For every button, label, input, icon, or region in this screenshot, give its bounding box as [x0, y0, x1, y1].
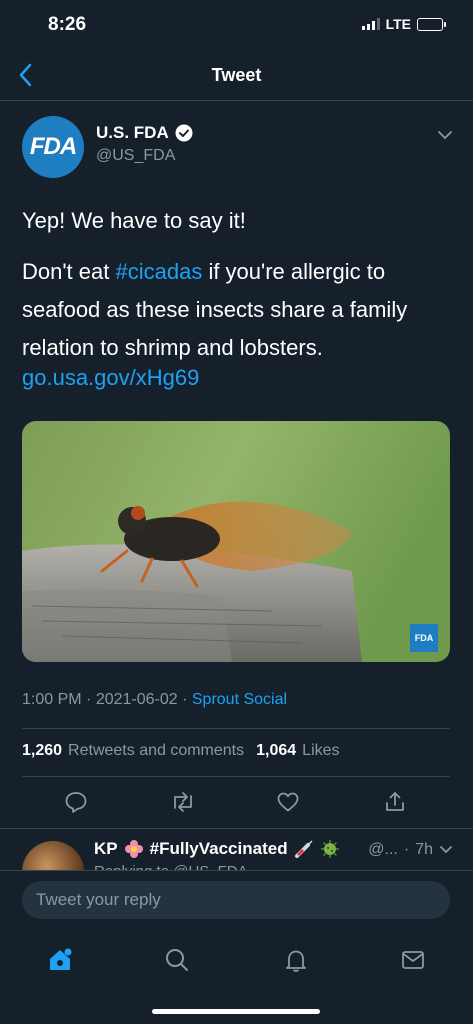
nav-header: Tweet: [0, 50, 473, 101]
author-handle[interactable]: @US_FDA: [96, 147, 175, 165]
tweet-text-line1: Yep! We have to say it!: [22, 208, 246, 233]
reply-author[interactable]: KP #FullyVaccinated: [94, 839, 340, 859]
reply-author-hashtag: #FullyVaccinated: [149, 839, 288, 858]
tweet-text-body: Don't eat #cicadas if you're allergic to…: [22, 253, 452, 367]
action-bar: [22, 786, 450, 818]
divider: [22, 728, 450, 729]
tweet-url-link[interactable]: go.usa.gov/xHg69: [22, 365, 199, 391]
reply-avatar[interactable]: [22, 841, 84, 871]
verified-badge-icon: [175, 124, 193, 142]
more-options-button[interactable]: [437, 128, 453, 146]
divider: [22, 776, 450, 777]
bell-icon: [286, 950, 306, 972]
flower-icon: [124, 840, 143, 858]
author-name[interactable]: U.S. FDA: [96, 123, 193, 143]
reply-icon: [65, 792, 87, 813]
tab-messages[interactable]: [393, 940, 433, 980]
tab-bar: [0, 930, 473, 1024]
home-indicator: [152, 1009, 320, 1014]
tab-search[interactable]: [157, 940, 197, 980]
engagement-stats: 1,260 Retweets and comments 1,064 Likes: [22, 742, 340, 760]
reply-composer: [0, 870, 473, 931]
retweet-button[interactable]: [167, 786, 199, 818]
heart-icon: [277, 792, 299, 812]
battery-icon: [417, 17, 446, 31]
tweet-body-prefix: Don't eat: [22, 259, 116, 284]
tweet-meta: 1:00 PM · 2021-06-02 · Sprout Social: [22, 691, 288, 708]
tweet-date: 2021-06-02: [95, 691, 178, 708]
hashtag-link[interactable]: #cicadas: [115, 259, 202, 284]
author-name-label: U.S. FDA: [96, 123, 169, 142]
reply-handle: @...: [368, 841, 398, 858]
reply-author-name: KP: [94, 839, 118, 858]
mail-icon: [402, 951, 424, 969]
like-label[interactable]: Likes: [302, 742, 339, 760]
reply-button[interactable]: [60, 786, 92, 818]
page-title: Tweet: [211, 65, 262, 85]
virus-icon: [320, 840, 339, 858]
retweet-icon: [174, 792, 192, 812]
avatar-text: FDA: [29, 133, 77, 160]
like-button[interactable]: [272, 786, 304, 818]
search-icon: [166, 949, 188, 971]
tweet-time: 1:00 PM: [22, 691, 82, 708]
reply-input[interactable]: [22, 881, 450, 919]
chevron-down-icon[interactable]: [439, 845, 453, 855]
status-time: 8:26: [48, 14, 87, 35]
retweet-count[interactable]: 1,260: [22, 742, 62, 760]
reply-tweet[interactable]: KP #FullyVaccinated @...·7h Replying to …: [0, 828, 473, 871]
reply-time: 7h: [415, 841, 433, 858]
status-indicators: LTE: [361, 16, 446, 32]
tweet-image[interactable]: FDA: [22, 421, 450, 662]
like-count[interactable]: 1,064: [256, 742, 296, 760]
share-icon: [386, 792, 404, 811]
share-button[interactable]: [379, 786, 411, 818]
signal-icon: [361, 18, 380, 30]
fda-watermark: FDA: [410, 624, 438, 652]
syringe-icon: [294, 840, 313, 858]
tab-notifications[interactable]: [276, 940, 316, 980]
reply-meta: @... · 7h: [368, 841, 453, 859]
cicada-photo: [22, 421, 450, 662]
retweet-label[interactable]: Retweets and comments: [68, 742, 244, 760]
tweet-source[interactable]: Sprout Social: [192, 691, 287, 708]
home-icon: [50, 948, 72, 970]
tab-home[interactable]: [40, 940, 80, 980]
chevron-down-icon: [438, 131, 452, 140]
network-label: LTE: [385, 16, 411, 32]
avatar[interactable]: FDA: [22, 116, 84, 178]
